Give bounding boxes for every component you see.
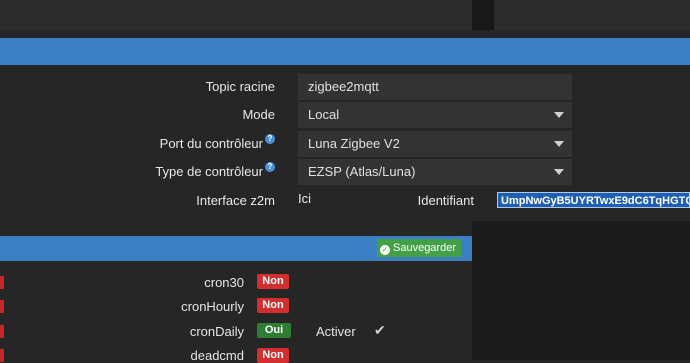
cron-name: cronHourly: [181, 299, 244, 314]
cron-name: cron30: [204, 275, 244, 290]
chevron-down-icon: [554, 141, 564, 147]
row-edge-marker: [0, 276, 4, 289]
activate-label: Activer: [316, 324, 356, 339]
save-button[interactable]: ✓ Sauvegarder: [377, 239, 461, 257]
topic-input[interactable]: zigbee2mqtt: [298, 74, 572, 100]
interface-value: Ici: [298, 191, 311, 206]
status-badge[interactable]: Non: [257, 274, 289, 289]
side-panel: [472, 221, 690, 360]
row-edge-marker: [0, 300, 4, 313]
chevron-down-icon: [554, 112, 564, 118]
save-button-label: Sauvegarder: [393, 242, 456, 254]
mode-label: Mode: [242, 107, 275, 122]
controller-type-label: Type de contrôleur?: [110, 162, 275, 179]
controller-type-select[interactable]: EZSP (Atlas/Luna): [298, 159, 572, 185]
check-circle-icon: ✓: [380, 245, 390, 255]
panel-divider: [472, 0, 494, 30]
identifier-label: Identifiant: [417, 193, 474, 208]
controller-type-select-value: EZSP (Atlas/Luna): [308, 164, 416, 179]
controller-type-label-text: Type de contrôleur: [155, 164, 263, 179]
port-select[interactable]: Luna Zigbee V2: [298, 131, 572, 157]
topic-label: Topic racine: [205, 79, 275, 94]
help-icon[interactable]: ?: [265, 162, 275, 172]
port-select-value: Luna Zigbee V2: [308, 136, 400, 151]
mode-select-value: Local: [308, 107, 340, 122]
top-panel-left: [0, 0, 472, 30]
port-label-text: Port du contrôleur: [159, 136, 263, 151]
status-badge[interactable]: Non: [257, 298, 289, 313]
status-badge[interactable]: Non: [257, 348, 289, 363]
cron-name: deadcmd: [190, 348, 244, 363]
help-icon[interactable]: ?: [265, 134, 275, 144]
cron-name: cronDaily: [189, 324, 244, 339]
row-edge-marker: [0, 349, 4, 362]
identifier-input[interactable]: UmpNwGyB5UYRTwxE9dC6TqHGTQbhU9: [497, 192, 690, 208]
status-badge[interactable]: Oui: [257, 323, 291, 338]
port-label: Port du contrôleur?: [110, 134, 275, 151]
top-panel-right: [494, 0, 690, 30]
checkmark-icon[interactable]: ✔: [374, 322, 386, 339]
chevron-down-icon: [554, 169, 564, 175]
config-section-header: [0, 38, 690, 65]
mode-select[interactable]: Local: [298, 102, 572, 128]
interface-label: Interface z2m: [196, 193, 275, 208]
row-edge-marker: [0, 325, 4, 338]
